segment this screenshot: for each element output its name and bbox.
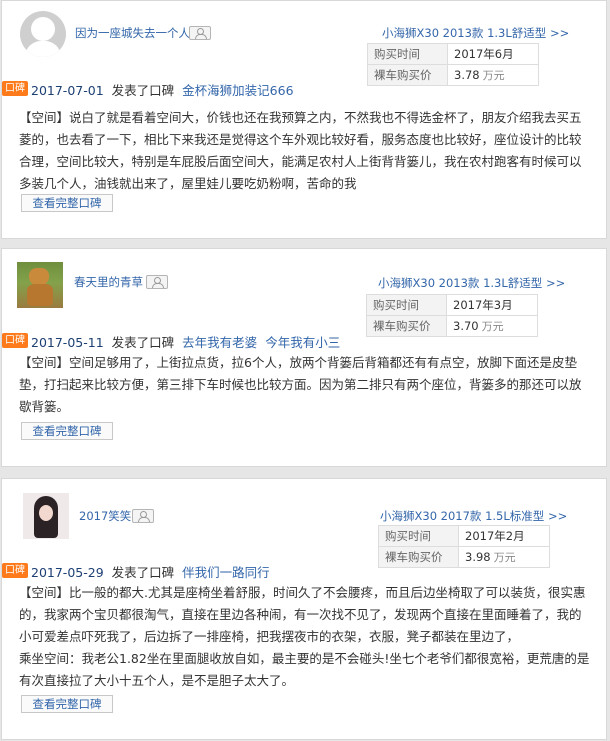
review-title-link[interactable]: 去年我有老婆 (182, 335, 257, 350)
review-action: 发表了口碑 (111, 335, 175, 350)
user-avatar[interactable] (17, 262, 63, 308)
user-avatar[interactable] (23, 493, 69, 539)
review-meta: 2017-05-29 发表了口碑 伴我们一路同行 (31, 562, 278, 581)
review-action: 发表了口碑 (111, 83, 175, 98)
view-full-review-button[interactable]: 查看完整口碑 (21, 194, 113, 212)
purchase-time-value: 2017年3月 (446, 294, 538, 316)
review-card: 春天里的青草 小海狮X30 2013款 1.3L舒适型 >> 购买时间 2017… (1, 248, 607, 467)
username-link[interactable]: 春天里的青草 (74, 274, 143, 290)
review-tag-badge: 口碑 (2, 81, 28, 96)
review-tag-badge: 口碑 (2, 563, 28, 578)
price-cell: 3.70 万元 (446, 315, 538, 337)
review-content: 【空间】空间足够用了，上街拉点货，拉6个人，放两个背篓后背箱都还有有点空，放脚下… (19, 355, 582, 414)
purchase-time-value: 2017年6月 (447, 43, 539, 65)
username-link[interactable]: 2017笑笑 (79, 508, 131, 524)
purchase-time-label: 购买时间 (378, 525, 459, 547)
review-title-link[interactable]: 金杯海狮加装记666 (182, 83, 293, 98)
purchase-info-table: 购买时间 2017年2月 裸车购买价 3.98 万元 (378, 525, 550, 568)
purchase-time-value: 2017年2月 (458, 525, 550, 547)
review-title-link[interactable]: 伴我们一路同行 (182, 565, 270, 580)
username-link[interactable]: 因为一座城失去一个人 (75, 25, 190, 41)
price-value: 3.78 (454, 68, 480, 82)
review-date: 2017-07-01 (31, 83, 104, 98)
price-label: 裸车购买价 (378, 546, 459, 568)
purchase-info-table: 购买时间 2017年6月 裸车购买价 3.78 万元 (367, 43, 539, 86)
user-badge-icon[interactable] (132, 509, 154, 523)
user-badge-icon[interactable] (146, 275, 168, 289)
review-content: 【空间】比一般的都大.尤其是座椅坐着舒服，时间久了不会腰疼，而且后边坐椅取了可以… (19, 585, 586, 644)
price-cell: 3.98 万元 (458, 546, 550, 568)
purchase-time-label: 购买时间 (367, 43, 448, 65)
view-full-review-button[interactable]: 查看完整口碑 (21, 422, 113, 440)
user-badge-icon[interactable] (189, 26, 211, 40)
review-title-link-2[interactable]: 今年我有小三 (265, 335, 340, 350)
review-date: 2017-05-29 (31, 565, 104, 580)
price-unit: 万元 (493, 551, 516, 564)
review-content-continued: 乘坐空间：我老公1.82坐在里面腿收放自如，最主要的是不会碰头!坐七个老爷们都很… (19, 651, 590, 688)
price-unit: 万元 (481, 320, 504, 333)
review-card: 2017笑笑 小海狮X30 2017款 1.5L标准型 >> 购买时间 2017… (1, 478, 607, 740)
car-model-link[interactable]: 小海狮X30 2013款 1.3L舒适型 >> (378, 275, 565, 291)
car-model-link[interactable]: 小海狮X30 2017款 1.5L标准型 >> (380, 508, 567, 524)
car-model-link[interactable]: 小海狮X30 2013款 1.3L舒适型 >> (382, 25, 569, 41)
price-label: 裸车购买价 (367, 64, 448, 86)
review-meta: 2017-07-01 发表了口碑 金杯海狮加装记666 (31, 80, 302, 99)
review-tag-badge: 口碑 (2, 333, 28, 348)
review-action: 发表了口碑 (111, 565, 175, 580)
review-content: 【空间】说白了就是看着空间大，价钱也还在我预算之内，不然我也不得选金杯了，朋友介… (19, 110, 582, 191)
purchase-time-label: 购买时间 (366, 294, 447, 316)
price-label: 裸车购买价 (366, 315, 447, 337)
user-avatar[interactable] (20, 11, 66, 57)
view-full-review-button[interactable]: 查看完整口碑 (21, 695, 113, 713)
price-value: 3.98 (465, 550, 491, 564)
purchase-info-table: 购买时间 2017年3月 裸车购买价 3.70 万元 (366, 294, 538, 337)
price-unit: 万元 (482, 69, 505, 82)
review-card: 因为一座城失去一个人 小海狮X30 2013款 1.3L舒适型 >> 购买时间 … (1, 0, 607, 239)
price-value: 3.70 (453, 319, 479, 333)
review-meta: 2017-05-11 发表了口碑 去年我有老婆 今年我有小三 (31, 332, 348, 351)
review-date: 2017-05-11 (31, 335, 104, 350)
price-cell: 3.78 万元 (447, 64, 539, 86)
